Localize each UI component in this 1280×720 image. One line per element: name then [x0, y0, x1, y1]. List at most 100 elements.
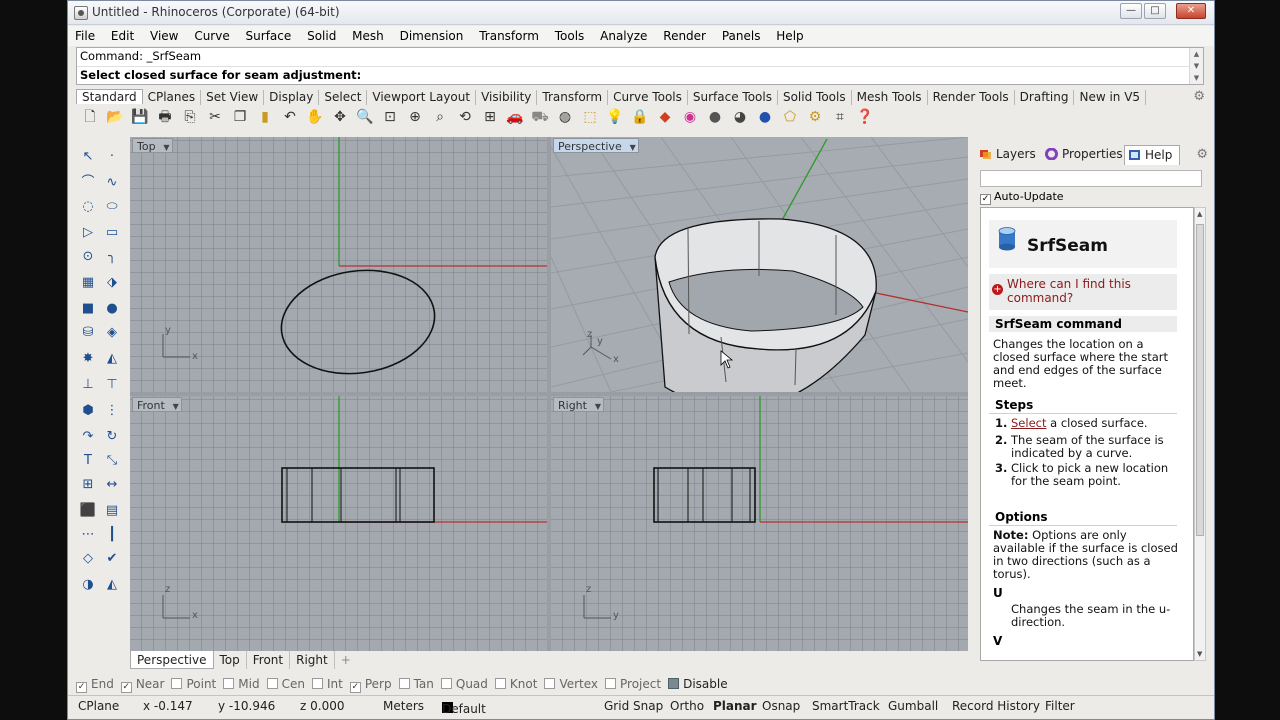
viewport-title-top[interactable]: Top ▼ — [132, 138, 173, 153]
surface-icon[interactable]: ▦ — [78, 273, 98, 293]
rectangle-icon[interactable]: ▭ — [102, 223, 122, 243]
osnap-int[interactable]: Int — [311, 675, 343, 693]
panel-settings-gear-icon[interactable]: ⚙ — [1196, 147, 1208, 162]
zoom-icon[interactable]: 🔍 — [353, 106, 377, 128]
auto-update-checkbox[interactable]: ✓ Auto-Update — [980, 190, 1064, 205]
rotate-icon[interactable]: ✥ — [328, 106, 352, 128]
sphere-shaded-icon[interactable]: ● — [703, 106, 727, 128]
move-icon[interactable]: ↷ — [78, 427, 98, 447]
analyze-icon[interactable]: ◇ — [78, 549, 98, 569]
menu-file[interactable]: File — [70, 26, 100, 43]
menu-tools[interactable]: Tools — [550, 26, 590, 43]
scale-icon[interactable]: ⤡ — [102, 451, 122, 471]
polyline-icon[interactable]: ⌒ — [78, 173, 98, 193]
osnap-project[interactable]: Project — [605, 675, 661, 693]
add-viewport-tab-button[interactable]: + — [335, 651, 357, 669]
status-units[interactable]: Meters — [383, 699, 424, 713]
vp-tab-right[interactable]: Right — [290, 651, 335, 669]
help-search-input[interactable] — [980, 170, 1202, 187]
polygon-icon[interactable]: ▷ — [78, 223, 98, 243]
sphere-icon[interactable]: ● — [102, 299, 122, 319]
paste-icon[interactable]: ▮ — [253, 106, 277, 128]
viewport-title-right[interactable]: Right ▼ — [553, 397, 604, 412]
panel-tab-layers[interactable]: Layers — [976, 145, 1040, 165]
zoom-window-icon[interactable]: ⊡ — [378, 106, 402, 128]
status-record-history[interactable]: Record History — [952, 699, 1040, 713]
curve-icon[interactable]: ∿ — [102, 173, 122, 193]
lock-icon[interactable]: 🔒 — [628, 106, 652, 128]
grid-icon[interactable]: ⋯ — [78, 525, 98, 545]
tab-solid-tools[interactable]: Solid Tools — [778, 90, 852, 105]
import-icon[interactable]: ⎘ — [178, 106, 202, 128]
rotate-view-icon[interactable]: ⟲ — [453, 106, 477, 128]
minimize-button[interactable]: — — [1120, 3, 1142, 19]
status-smarttrack[interactable]: SmartTrack — [812, 699, 880, 713]
maximize-button[interactable]: □ — [1144, 3, 1166, 19]
solid-box-icon[interactable]: ⬛ — [78, 501, 98, 521]
help-icon[interactable]: ❓ — [853, 106, 877, 128]
osnap-vertex[interactable]: Vertex — [544, 675, 598, 693]
point-icon[interactable]: · — [102, 147, 122, 167]
command-scrollbar[interactable]: ▲ ▼ ▼ — [1189, 48, 1203, 84]
command-area[interactable]: Command: _SrfSeam Select closed surface … — [76, 47, 1204, 85]
ruler-icon[interactable]: ┃ — [102, 525, 122, 545]
vp-tab-top[interactable]: Top — [214, 651, 247, 669]
vp-tab-perspective[interactable]: Perspective — [130, 651, 214, 669]
panel-tab-properties[interactable]: Properties — [1042, 145, 1123, 165]
osnap-perp[interactable]: ✓ Perp — [349, 675, 392, 693]
undo-icon[interactable]: ↶ — [278, 106, 302, 128]
menu-panels[interactable]: Panels — [717, 26, 766, 43]
render-icon[interactable]: ◑ — [78, 575, 98, 595]
osnap-point[interactable]: Point — [171, 675, 216, 693]
sphere-blue-icon[interactable]: ● — [753, 106, 777, 128]
tab-surface-tools[interactable]: Surface Tools — [688, 90, 778, 105]
viewport-top[interactable]: Top ▼ y x — [130, 137, 547, 392]
viewport-perspective[interactable]: Perspective ▼ z y x — [551, 137, 968, 392]
viewport-title-perspective[interactable]: Perspective ▼ — [553, 138, 639, 153]
tab-drafting[interactable]: Drafting — [1015, 90, 1075, 105]
paint-icon[interactable]: ◭ — [102, 575, 122, 595]
menu-edit[interactable]: Edit — [106, 26, 139, 43]
light-icon[interactable]: 💡 — [603, 106, 627, 128]
sphere-rendered-icon[interactable]: ◕ — [728, 106, 752, 128]
tab-render-tools[interactable]: Render Tools — [928, 90, 1015, 105]
zoom-extents-icon[interactable]: ⊕ — [403, 106, 427, 128]
tab-viewport-layout[interactable]: Viewport Layout — [367, 90, 477, 105]
osnap-tan[interactable]: Tan — [398, 675, 434, 693]
tab-display[interactable]: Display — [264, 90, 320, 105]
tab-visibility[interactable]: Visibility — [476, 90, 538, 105]
car-icon[interactable]: 🚗 — [503, 106, 527, 128]
save-icon[interactable]: 💾 — [128, 106, 152, 128]
osnap-knot[interactable]: Knot — [494, 675, 537, 693]
loft-icon[interactable]: ⬗ — [102, 273, 122, 293]
close-button[interactable]: ✕ — [1176, 3, 1206, 19]
osnap-mid[interactable]: Mid — [223, 675, 260, 693]
menu-help[interactable]: Help — [771, 26, 808, 43]
command-prompt[interactable]: Select closed surface for seam adjustmen… — [80, 68, 361, 82]
menu-mesh[interactable]: Mesh — [347, 26, 389, 43]
array-icon[interactable]: ⊞ — [78, 475, 98, 495]
trim-icon[interactable]: ⊤ — [102, 375, 122, 395]
where-to-find-link[interactable]: + Where can I find this command? — [989, 274, 1177, 310]
show-icon[interactable]: ⬚ — [578, 106, 602, 128]
tab-mesh-tools[interactable]: Mesh Tools — [852, 90, 928, 105]
osnap-near[interactable]: ✓ Near — [120, 675, 164, 693]
osnap-end[interactable]: ✓ End — [76, 675, 114, 693]
box-icon[interactable]: ■ — [78, 299, 98, 319]
tab-select[interactable]: Select — [319, 90, 368, 105]
menu-curve[interactable]: Curve — [189, 26, 234, 43]
osnap-quad[interactable]: Quad — [440, 675, 488, 693]
cylinder-icon[interactable]: ⛁ — [78, 323, 98, 343]
menu-surface[interactable]: Surface — [241, 26, 297, 43]
vp-tab-front[interactable]: Front — [247, 651, 291, 669]
rotate-tool-icon[interactable]: ↻ — [102, 427, 122, 447]
menu-transform[interactable]: Transform — [474, 26, 544, 43]
status-planar[interactable]: Planar — [713, 699, 757, 713]
edit-points-icon[interactable]: ⋮ — [102, 401, 122, 421]
menu-render[interactable]: Render — [658, 26, 711, 43]
tab-curve-tools[interactable]: Curve Tools — [608, 90, 688, 105]
tab-set-view[interactable]: Set View — [201, 90, 265, 105]
check-icon[interactable]: ✔ — [102, 549, 122, 569]
new-file-icon[interactable]: 🗋 — [78, 106, 102, 128]
status-gumball[interactable]: Gumball — [888, 699, 938, 713]
